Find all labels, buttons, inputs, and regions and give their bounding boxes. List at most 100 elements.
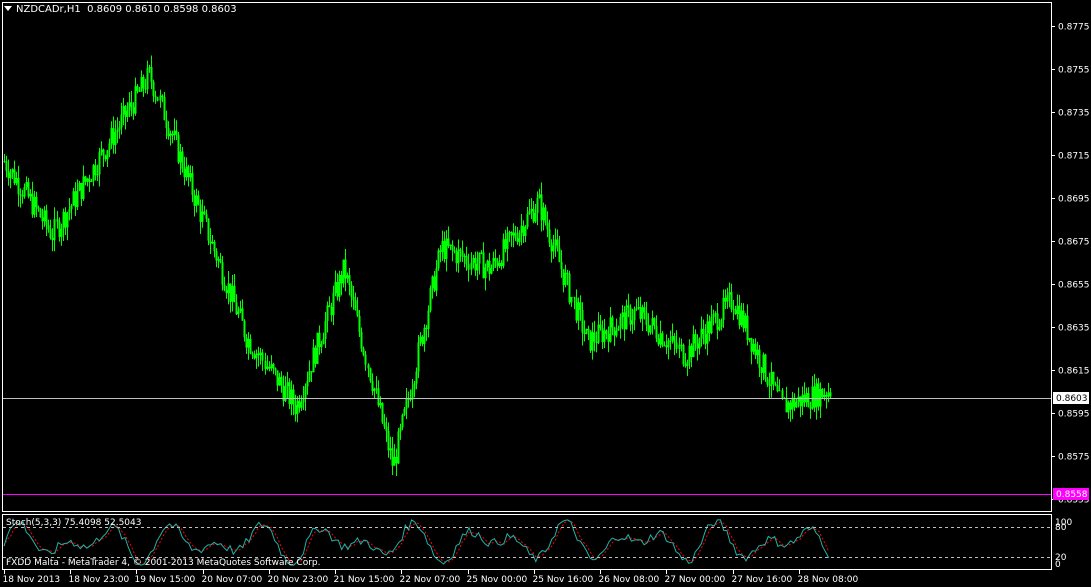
- candle-body: [375, 388, 378, 390]
- candle-body: [268, 366, 271, 369]
- candle-body: [550, 242, 553, 252]
- candle-body: [789, 402, 792, 410]
- candle-body: [399, 427, 402, 432]
- candle-body: [225, 289, 228, 294]
- candle-body: [627, 305, 630, 308]
- candle-body: [714, 313, 717, 315]
- price-tick-label: 0.8695: [1058, 195, 1090, 205]
- candle-body: [423, 327, 426, 345]
- candle-body: [718, 326, 721, 330]
- candle-body: [587, 328, 590, 331]
- candle-body: [498, 262, 501, 267]
- candle-body: [413, 383, 416, 390]
- candle-body: [607, 333, 610, 342]
- candle-body: [124, 106, 127, 117]
- candle-body: [302, 398, 305, 403]
- candle-body: [736, 305, 739, 315]
- candle-body: [546, 222, 549, 230]
- time-tick-label: 27 Nov 16:00: [732, 575, 793, 585]
- price-tick-label: 0.8775: [1058, 23, 1090, 33]
- candle-body: [62, 211, 65, 229]
- candle-body: [573, 296, 576, 298]
- chart-canvas[interactable]: 0.8775 0.8755 0.8735 0.8715 0.8695 0.8675 0.86…: [0, 0, 1091, 587]
- candle-body: [564, 272, 567, 285]
- candle-body: [27, 182, 30, 197]
- candle-body: [631, 320, 634, 325]
- candle-body: [296, 400, 299, 415]
- candle-body: [5, 161, 8, 171]
- candle-body: [163, 97, 166, 121]
- candle-body: [570, 296, 573, 303]
- candle-body: [801, 394, 804, 407]
- candle-body: [722, 297, 725, 320]
- candle-body: [528, 211, 531, 214]
- candle-body: [104, 155, 107, 160]
- time-axis: 18 Nov 2013 18 Nov 23:00 19 Nov 15:00 20 No…: [3, 570, 858, 585]
- candle-body: [441, 240, 444, 252]
- candle-body: [488, 260, 491, 274]
- candle-body: [383, 422, 386, 427]
- candle-body: [306, 381, 309, 387]
- candle-body: [373, 388, 376, 392]
- time-tick-label: 25 Nov 00:00: [467, 575, 528, 585]
- candle-body: [476, 263, 479, 271]
- candle-body: [764, 354, 767, 380]
- candle-body: [710, 317, 713, 334]
- candle-body: [716, 313, 719, 330]
- price-axis: 0.8775 0.8755 0.8735 0.8715 0.8695 0.8675 0.86…: [1051, 23, 1090, 506]
- candle-body: [76, 190, 79, 208]
- candle-body: [17, 177, 20, 195]
- candle-body: [566, 272, 569, 274]
- dropdown-triangle-icon[interactable]: [4, 6, 12, 11]
- candle-body: [66, 212, 69, 228]
- candle-body: [88, 178, 91, 182]
- candle-body: [340, 274, 343, 284]
- candle-body: [815, 383, 818, 408]
- candle-body: [750, 338, 753, 352]
- candle-body: [449, 244, 452, 246]
- candle-body: [251, 353, 254, 355]
- candle-body: [651, 318, 654, 326]
- candle-body: [379, 403, 382, 406]
- candle-body: [453, 250, 456, 252]
- candle-body: [332, 293, 335, 316]
- candle-body: [467, 263, 470, 270]
- candle-body: [474, 257, 477, 271]
- candle-body: [255, 353, 258, 359]
- candle-body: [797, 396, 800, 402]
- candle-body: [829, 392, 832, 397]
- candle-body: [387, 430, 390, 451]
- candle-body: [80, 182, 83, 200]
- candle-body: [257, 353, 260, 356]
- candle-body: [354, 300, 357, 311]
- candle-body: [490, 268, 493, 274]
- candle-body: [338, 274, 341, 297]
- candle-body: [443, 240, 446, 260]
- candle-body: [136, 86, 139, 91]
- candle-body: [401, 414, 404, 428]
- candle-body: [294, 404, 297, 415]
- candle-body: [811, 386, 814, 409]
- time-tick-label: 18 Nov 2013: [3, 575, 61, 585]
- candle-body: [304, 386, 307, 399]
- main-chart-frame: [2, 2, 1052, 512]
- candle-body: [51, 237, 54, 241]
- candle-body: [227, 283, 230, 294]
- candle-body: [110, 128, 113, 144]
- candle-body: [197, 195, 200, 205]
- candle-body: [348, 275, 351, 285]
- candle-body: [615, 330, 618, 336]
- candle-body: [328, 305, 331, 308]
- candle-body: [300, 402, 303, 408]
- candle-body: [534, 212, 537, 222]
- candle-body: [322, 339, 325, 345]
- candle-body: [480, 252, 483, 254]
- stoch-title: Stoch(5,3,3) 75.4098 52.5043: [6, 518, 142, 528]
- candle-body: [787, 402, 790, 413]
- candle-body: [702, 328, 705, 335]
- candle-body: [239, 308, 242, 312]
- candle-body: [730, 292, 733, 310]
- candle-body: [326, 305, 329, 322]
- candle-body: [690, 345, 693, 358]
- candle-body: [298, 400, 301, 408]
